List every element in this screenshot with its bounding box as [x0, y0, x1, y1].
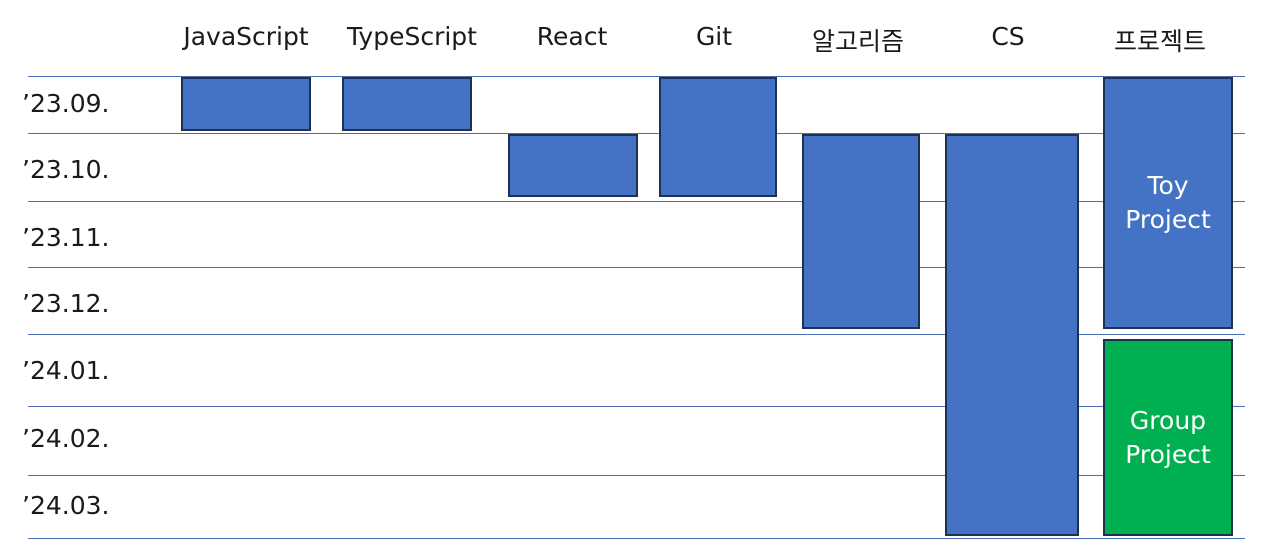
row-label: ’24.02.	[22, 424, 110, 453]
row-label: ’24.03.	[22, 491, 110, 520]
timeline-chart: JavaScript TypeScript React Git 알고리즘 CS 프로젝트 ’2…	[0, 0, 1267, 550]
column-header-git: Git	[695, 22, 733, 51]
row-label: ’23.12.	[22, 289, 110, 318]
timeline-bar-typescript	[342, 77, 472, 131]
column-header-javascript: JavaScript	[183, 22, 309, 51]
bar-label: Toy Project	[1125, 169, 1211, 237]
gridline	[28, 538, 1245, 539]
column-header-react: React	[536, 22, 608, 51]
column-header-project: 프로젝트	[1113, 27, 1207, 56]
row-label: ’23.10.	[22, 155, 110, 184]
timeline-bar-project: Group Project	[1103, 339, 1233, 536]
timeline-bar-project: Toy Project	[1103, 77, 1233, 329]
row-label: ’24.01.	[22, 356, 110, 385]
column-header-algorithm: 알고리즘	[811, 27, 905, 56]
row-label: ’23.11.	[22, 223, 110, 252]
timeline-bar-cs	[945, 134, 1079, 536]
bar-label-line: Project	[1125, 205, 1211, 234]
bar-label-line: Group	[1129, 405, 1207, 435]
bar-label-line: Project	[1125, 439, 1211, 469]
row-label: ’23.09.	[22, 89, 110, 118]
timeline-bar-git	[659, 77, 777, 197]
timeline-bar-algorithm	[802, 134, 920, 329]
bar-label: Group Project	[1125, 404, 1211, 472]
bar-label-line: Toy	[1147, 171, 1189, 200]
timeline-bar-javascript	[181, 77, 311, 131]
column-header-cs: CS	[991, 22, 1025, 51]
column-header-typescript: TypeScript	[347, 22, 477, 51]
timeline-bar-react	[508, 134, 638, 197]
